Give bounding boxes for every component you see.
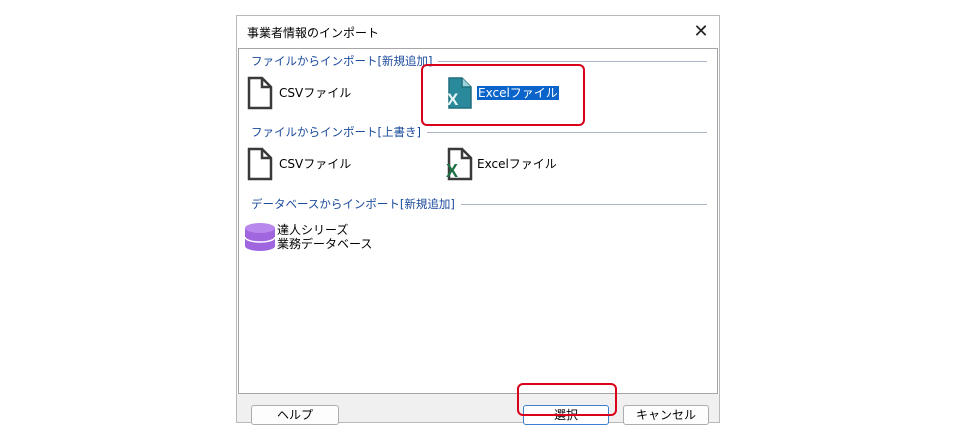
excel-icon: X — [443, 75, 477, 111]
overwrite-excel-file-label: Excelファイル — [477, 157, 557, 171]
svg-text:X: X — [447, 90, 459, 109]
svg-text:X: X — [446, 161, 458, 181]
dialog-title: 事業者情報のインポート — [247, 26, 380, 40]
tatsujin-database-line2: 業務データベース — [277, 237, 373, 251]
help-button[interactable]: ヘルプ — [251, 405, 339, 425]
tatsujin-database-item[interactable]: 達人シリーズ 業務データベース — [243, 219, 372, 255]
new-csv-file-item[interactable]: CSVファイル — [245, 75, 351, 111]
close-icon[interactable]: ✕ — [689, 20, 713, 44]
tatsujin-database-label: 達人シリーズ 業務データベース — [277, 223, 372, 251]
section-database: データベースからインポート[新規追加] — [239, 194, 715, 214]
new-csv-file-label: CSVファイル — [279, 86, 352, 100]
section-file-new-label: ファイルからインポート[新規追加] — [251, 53, 439, 69]
dialog-footer: ヘルプ 選択 キャンセル — [237, 394, 719, 425]
file-icon — [245, 75, 279, 111]
section-database-label: データベースからインポート[新規追加] — [251, 196, 461, 212]
section-file-overwrite: ファイルからインポート[上書き] — [239, 122, 715, 142]
excel-icon: X — [443, 146, 477, 182]
select-button[interactable]: 選択 — [523, 405, 609, 425]
import-dialog: 事業者情報のインポート ✕ ファイルからインポート[新規追加] CSVファイル — [236, 15, 720, 425]
tatsujin-database-line1: 達人シリーズ — [277, 223, 349, 237]
new-excel-file-item[interactable]: X Excelファイル — [443, 75, 559, 111]
overwrite-csv-file-item[interactable]: CSVファイル — [245, 146, 351, 182]
overwrite-excel-file-item[interactable]: X Excelファイル — [443, 146, 557, 182]
database-icon — [243, 219, 277, 255]
file-icon — [245, 146, 279, 182]
title-bar: 事業者情報のインポート ✕ — [237, 16, 719, 48]
import-options-panel: ファイルからインポート[新規追加] CSVファイル X Excelファイル ファ… — [238, 48, 718, 394]
cancel-button[interactable]: キャンセル — [623, 405, 709, 425]
new-excel-file-label: Excelファイル — [477, 86, 559, 100]
section-file-new: ファイルからインポート[新規追加] — [239, 51, 715, 71]
section-file-overwrite-label: ファイルからインポート[上書き] — [251, 124, 427, 140]
overwrite-csv-file-label: CSVファイル — [279, 157, 352, 171]
